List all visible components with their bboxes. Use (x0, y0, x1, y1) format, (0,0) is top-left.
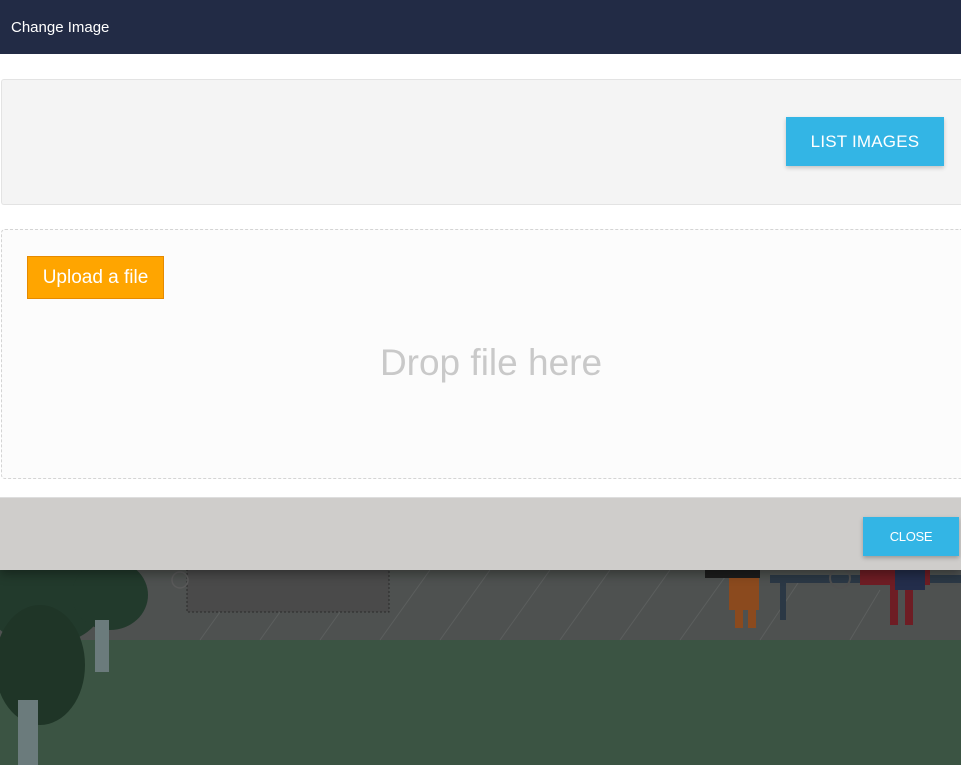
change-image-modal: Change Image LIST IMAGES Upload a file D… (0, 0, 961, 570)
list-images-button[interactable]: LIST IMAGES (786, 117, 944, 166)
drop-file-hint: Drop file here (379, 342, 603, 383)
modal-header: Change Image (0, 0, 961, 54)
modal-title: Change Image (11, 18, 110, 36)
close-button[interactable]: CLOSE (863, 517, 959, 556)
modal-footer (0, 497, 961, 570)
upload-file-button[interactable]: Upload a file (27, 256, 164, 299)
